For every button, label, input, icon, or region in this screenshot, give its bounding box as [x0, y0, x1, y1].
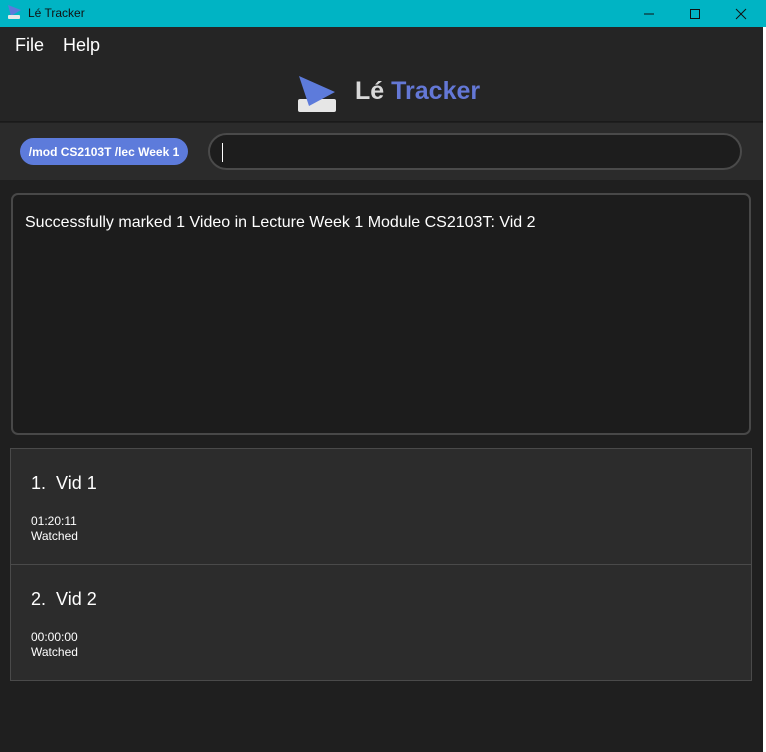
menu-help[interactable]: Help — [63, 35, 100, 56]
text-caret — [222, 143, 223, 162]
video-duration: 00:00:00 — [31, 630, 78, 644]
video-list: 1. Vid 1 01:20:11 Watched 2. Vid 2 00:00… — [10, 448, 752, 681]
video-index: 1. — [31, 473, 47, 493]
command-input-wrapper[interactable] — [208, 133, 742, 170]
title-bar: Lé Tracker — [0, 0, 766, 27]
command-bar: /mod CS2103T /lec Week 1 — [0, 123, 763, 180]
video-status: Watched — [31, 529, 78, 543]
minimize-button[interactable] — [626, 0, 672, 27]
app-logo-icon — [8, 5, 21, 19]
video-title: 1. Vid 1 — [31, 473, 97, 494]
video-name: Vid 1 — [56, 473, 97, 493]
brand-part-1: Lé — [355, 77, 385, 105]
video-card[interactable]: 2. Vid 2 00:00:00 Watched — [10, 564, 752, 681]
maximize-button[interactable] — [672, 0, 718, 27]
window-title: Lé Tracker — [28, 6, 85, 20]
app-logo-icon — [298, 76, 336, 112]
close-button[interactable] — [718, 0, 764, 27]
close-icon — [735, 8, 747, 19]
menu-file[interactable]: File — [15, 35, 44, 56]
video-duration: 01:20:11 — [31, 514, 77, 528]
maximize-icon — [690, 8, 700, 19]
video-name: Vid 2 — [56, 589, 97, 609]
context-badge: /mod CS2103T /lec Week 1 — [20, 138, 188, 165]
video-index: 2. — [31, 589, 47, 609]
result-message: Successfully marked 1 Video in Lecture W… — [25, 214, 536, 231]
minimize-icon — [644, 13, 654, 14]
result-display: Successfully marked 1 Video in Lecture W… — [11, 193, 751, 435]
app-header: Lé Tracker — [0, 63, 763, 122]
brand-title: Lé Tracker — [355, 77, 480, 106]
video-card[interactable]: 1. Vid 1 01:20:11 Watched — [10, 448, 752, 565]
brand-part-2: Tracker — [391, 77, 481, 105]
video-status: Watched — [31, 645, 78, 659]
video-title: 2. Vid 2 — [31, 589, 97, 610]
menu-bar: File Help — [0, 27, 763, 63]
command-input[interactable] — [222, 140, 722, 164]
